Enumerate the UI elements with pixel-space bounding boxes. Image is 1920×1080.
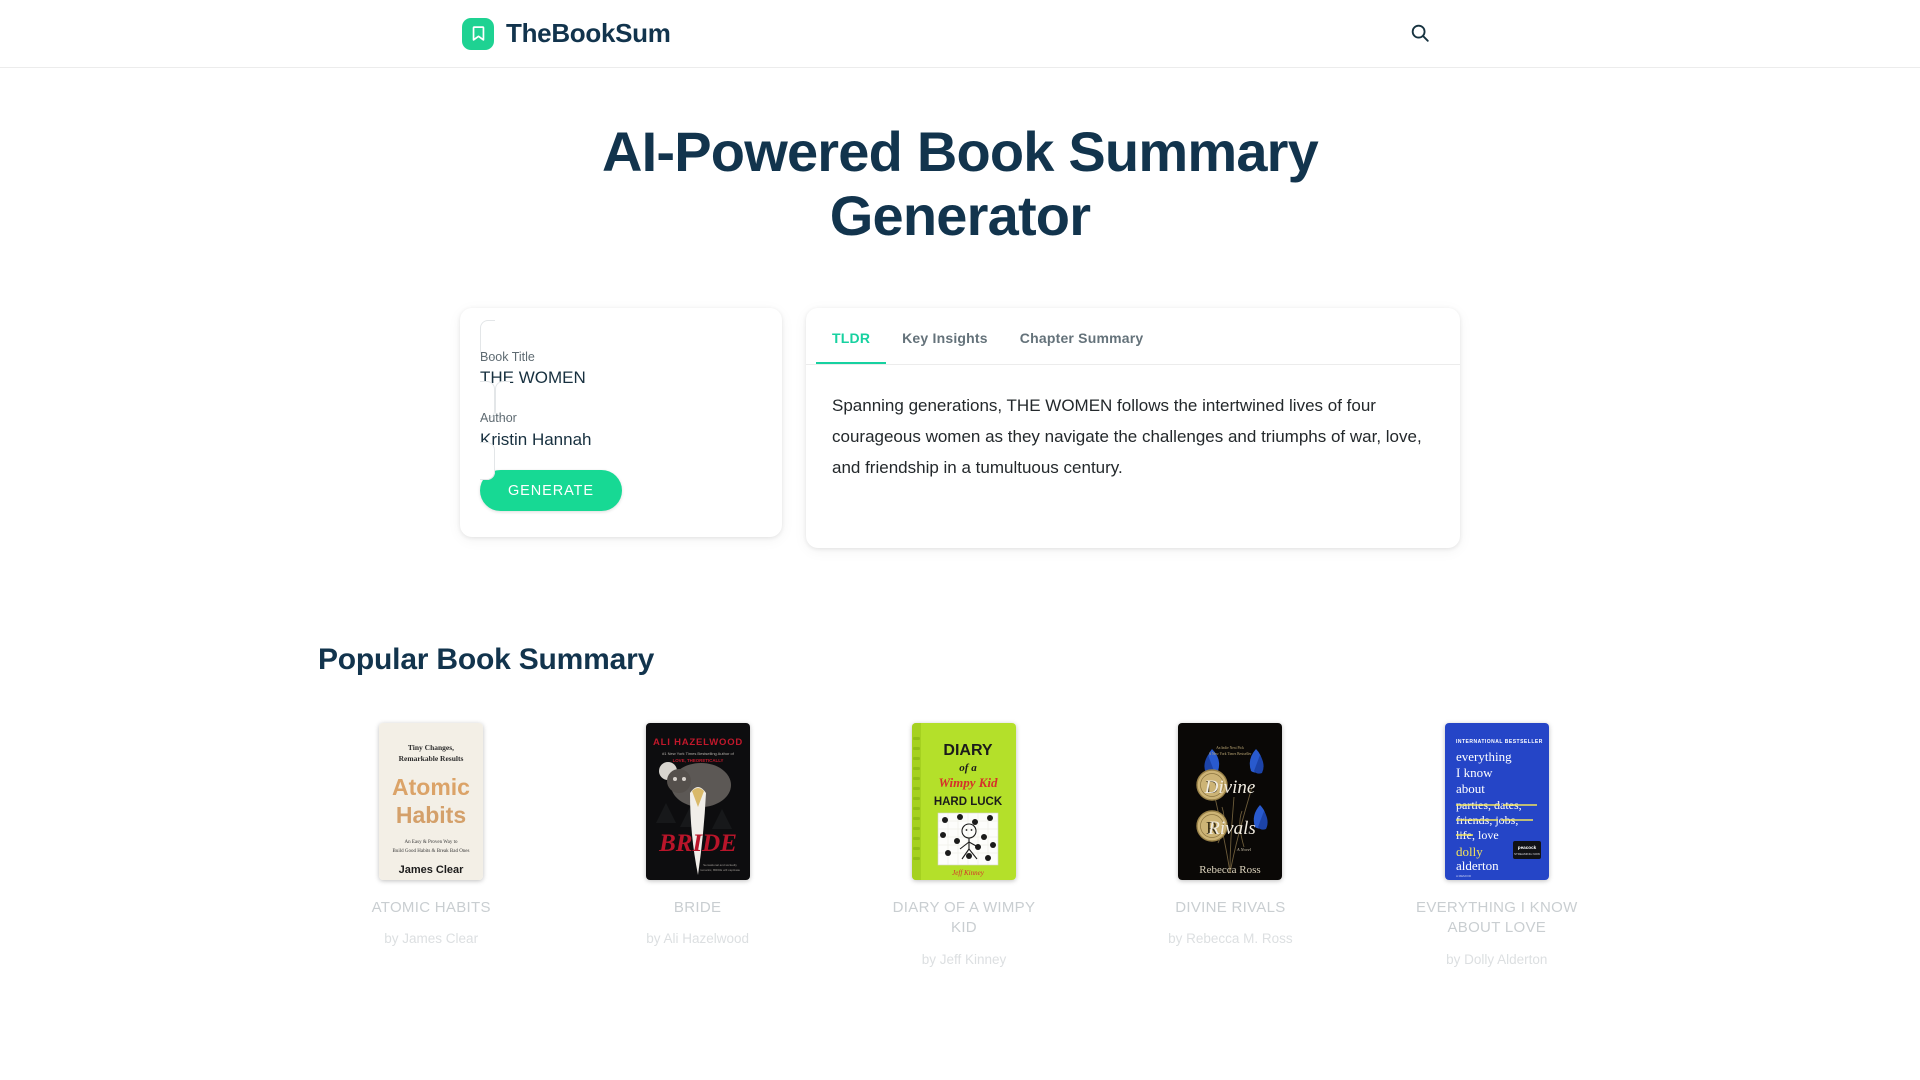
book-title-label: Book Title (480, 349, 535, 364)
svg-text:James Clear: James Clear (399, 864, 465, 876)
svg-text:DIARY: DIARY (943, 742, 993, 759)
book-author: by Dolly Alderton (1446, 952, 1548, 968)
book-cover-bride[interactable]: ALI HAZELWOOD #1 New York Times Bestsell… (645, 722, 750, 880)
author-label: Author (480, 411, 517, 426)
generate-button[interactable]: GENERATE (480, 470, 622, 512)
search-icon (1409, 22, 1431, 47)
book-title: BRIDE (673, 898, 722, 916)
book-title: EVERYTHING I KNOW ABOUT LOVE (1416, 898, 1578, 937)
list-item[interactable]: ALI HAZELWOOD #1 New York Times Bestsell… (613, 722, 783, 970)
site-header: TheBookSum (0, 0, 1920, 68)
book-title-input[interactable] (480, 366, 762, 392)
svg-text:HARD LUCK: HARD LUCK (934, 796, 1003, 808)
svg-text:dolly: dolly (1456, 844, 1483, 859)
svg-text:A MEMOIR: A MEMOIR (1456, 874, 1472, 878)
svg-text:Remarkable Results: Remarkable Results (399, 754, 464, 763)
book-author: by Rebecca M. Ross (1168, 931, 1293, 947)
brand-logo[interactable]: TheBookSum (462, 17, 671, 50)
svg-text:everything: everything (1456, 749, 1512, 764)
svg-text:Rebecca Ross: Rebecca Ross (1200, 864, 1261, 876)
summary-text: Spanning generations, THE WOMEN follows … (832, 395, 1422, 477)
svg-text:romantic, BRIDE will captivate: romantic, BRIDE will captivate (700, 868, 741, 872)
author-field[interactable]: Author (480, 381, 762, 481)
book-title-field[interactable]: Book Title (480, 319, 762, 420)
svg-text:I know: I know (1456, 765, 1493, 780)
svg-text:Habits: Habits (396, 802, 466, 828)
summary-result-card: TLDR Key Insights Chapter Summary Spanni… (806, 307, 1460, 548)
svg-text:STREAMING NOW: STREAMING NOW (1514, 852, 1540, 856)
list-item[interactable]: INTERNATIONAL BESTSELLER everything I kn… (1412, 722, 1582, 970)
list-item[interactable]: DIARY of a Wimpy Kid HARD LUCK Jeff Kinn… (879, 722, 1049, 970)
svg-text:INTERNATIONAL BESTSELLER: INTERNATIONAL BESTSELLER (1456, 739, 1543, 745)
svg-text:An Easy & Proven Way to: An Easy & Proven Way to (405, 840, 458, 845)
book-author: by Jeff Kinney (921, 952, 1007, 968)
popular-heading: Popular Book Summary (318, 642, 655, 676)
tab-key-insights[interactable]: Key Insights (886, 308, 1004, 364)
summary-tabs: TLDR Key Insights Chapter Summary (806, 308, 1460, 365)
book-title: ATOMIC HABITS (371, 898, 491, 916)
svg-text:of a: of a (959, 762, 977, 774)
svg-text:Atomic: Atomic (392, 774, 470, 800)
book-cover-wimpy-kid[interactable]: DIARY of a Wimpy Kid HARD LUCK Jeff Kinn… (911, 722, 1016, 880)
book-cover-atomic-habits[interactable]: Tiny Changes, Remarkable Results Atomic … (379, 722, 484, 880)
book-author: by James Clear (384, 931, 479, 947)
book-input-form: Book Title Author GENERATE (460, 307, 782, 538)
book-author: by Ali Hazelwood (646, 931, 749, 947)
svg-text:ALI HAZELWOOD: ALI HAZELWOOD (653, 737, 743, 748)
brand-name: TheBookSum (506, 18, 671, 48)
author-input[interactable] (480, 427, 762, 453)
svg-text:#1 New York Times Bestselling: #1 New York Times Bestselling Author of (662, 751, 735, 756)
book-grid: Tiny Changes, Remarkable Results Atomic … (318, 722, 1610, 970)
svg-text:Rivals: Rivals (1208, 818, 1257, 839)
book-cover-everything-i-know-about-love[interactable]: INTERNATIONAL BESTSELLER everything I kn… (1444, 722, 1549, 880)
svg-text:Divine: Divine (1204, 777, 1256, 798)
book-title: DIARY OF A WIMPY KID (892, 898, 1036, 937)
list-item[interactable]: Tiny Changes, Remarkable Results Atomic … (346, 722, 516, 970)
svg-text:LOVE, THEORETICALLY: LOVE, THEORETICALLY (672, 758, 723, 763)
list-item[interactable]: An Indie Next Pick A New York Times Best… (1145, 722, 1315, 970)
book-cover-divine-rivals[interactable]: An Indie Next Pick A New York Times Best… (1178, 722, 1283, 880)
page-title: AI-Powered Book Summary Generator (602, 120, 1319, 247)
bookmark-icon (462, 17, 494, 50)
popular-books-section: Popular Book Summary Tiny Changes, Remar… (310, 643, 1610, 970)
svg-text:A New York Times Bestseller: A New York Times Bestseller (1209, 752, 1252, 756)
svg-text:alderton: alderton (1456, 858, 1499, 873)
book-title: DIVINE RIVALS (1175, 898, 1286, 916)
tab-tldr[interactable]: TLDR (816, 308, 887, 364)
svg-text:Wimpy Kid: Wimpy Kid (938, 775, 998, 790)
search-button[interactable] (1405, 19, 1435, 49)
svg-text:Sensational and wickedly: Sensational and wickedly (703, 863, 737, 867)
svg-text:An Indie Next Pick: An Indie Next Pick (1216, 746, 1244, 750)
tab-chapter-summary[interactable]: Chapter Summary (1004, 308, 1160, 364)
svg-text:A Novel: A Novel (1236, 847, 1252, 852)
svg-text:Build Good Habits & Break Bad: Build Good Habits & Break Bad Ones (393, 849, 470, 854)
svg-text:BRIDE: BRIDE (658, 830, 737, 857)
svg-text:Tiny Changes,: Tiny Changes, (408, 743, 454, 752)
generator-section: Book Title Author GENERATE TLDR Key Insi… (460, 307, 1460, 548)
svg-text:about: about (1456, 781, 1485, 796)
svg-text:Jeff Kinney: Jeff Kinney (952, 869, 985, 877)
svg-text:peacock: peacock (1518, 845, 1537, 850)
